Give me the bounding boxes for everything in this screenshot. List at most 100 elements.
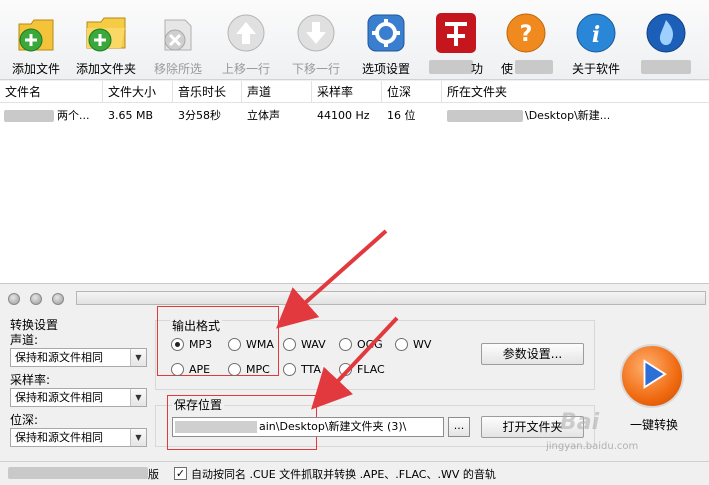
- settings-gear-icon: [367, 14, 405, 52]
- radio-circle: [171, 338, 184, 351]
- cell-duration: 3分58秒: [178, 109, 221, 122]
- save-location-title: 保存位置: [172, 396, 225, 413]
- radio-label: WMA: [246, 338, 274, 351]
- samplerate-select[interactable]: 保持和源文件相同 ▼: [10, 388, 147, 407]
- progress-bar: [76, 291, 706, 305]
- toolbar-item-10-button[interactable]: [631, 4, 701, 76]
- convert-label: 一键转换: [629, 418, 678, 432]
- blurred-filename: [4, 110, 54, 122]
- save-path-value: ain\Desktop\新建文件夹 (3)\: [259, 420, 407, 433]
- radio-label: MP3: [189, 338, 213, 351]
- radio-circle: [283, 338, 296, 351]
- radio-circle: [228, 363, 241, 376]
- blurred-label: [641, 60, 691, 74]
- radio-circle: [228, 338, 241, 351]
- svg-text:i: i: [592, 22, 600, 48]
- convert-button[interactable]: 一键转换: [614, 344, 694, 434]
- add-file-icon: [18, 19, 54, 52]
- table-row[interactable]: 两个... 3.65 MB 3分58秒 立体声 44100 Hz 16 位 \D…: [0, 105, 709, 127]
- blurred-path: [175, 421, 257, 433]
- arrow-down-icon: [297, 14, 335, 52]
- cell-name: 两个...: [57, 109, 90, 122]
- about-label: 关于软件: [571, 62, 620, 76]
- radio-label: WAV: [301, 338, 326, 351]
- bitdepth-select-value: 保持和源文件相同: [15, 431, 103, 444]
- bitdepth-select[interactable]: 保持和源文件相同 ▼: [10, 428, 147, 447]
- radio-circle: [339, 338, 352, 351]
- radio-label: FLAC: [357, 363, 385, 376]
- add-folder-label: 添加文件夹: [75, 62, 136, 76]
- blurred-folder: [447, 110, 523, 122]
- radio-circle: [395, 338, 408, 351]
- toolbar: 添加文件 添加文件夹 移除所选 上移一行 下移一行 选项设置 功 ? 使 i 关…: [0, 0, 709, 80]
- column-header-folder[interactable]: 所在文件夹: [442, 81, 709, 103]
- svg-text:?: ?: [520, 22, 533, 47]
- radio-label: OGG: [357, 338, 383, 351]
- cell-samplerate: 44100 Hz: [317, 109, 370, 122]
- options-label: 选项设置: [361, 62, 410, 76]
- browse-button[interactable]: ...: [448, 417, 470, 437]
- progress-row: [0, 288, 709, 310]
- params-settings-button[interactable]: 参数设置...: [481, 343, 584, 365]
- channel-label: 声道:: [10, 333, 39, 347]
- play-convert-icon: [620, 344, 684, 408]
- arrow-up-icon: [227, 14, 265, 52]
- add-file-button[interactable]: 添加文件: [1, 4, 71, 76]
- chevron-down-icon[interactable]: ▼: [130, 349, 146, 366]
- move-down-label: 下移一行: [291, 62, 340, 76]
- column-header-size[interactable]: 文件大小: [103, 81, 173, 103]
- help-icon: ?: [506, 13, 546, 53]
- toolbar-item-8-button[interactable]: ? 使: [491, 4, 561, 76]
- toolbar-item-8-label: 使: [501, 62, 514, 76]
- radio-label: APE: [189, 363, 211, 376]
- move-down-button[interactable]: 下移一行: [281, 4, 351, 76]
- samplerate-select-value: 保持和源文件相同: [15, 391, 103, 404]
- toolbar-item-7-label: 功: [471, 62, 484, 76]
- channel-select[interactable]: 保持和源文件相同 ▼: [10, 348, 147, 367]
- samplerate-label: 采样率:: [10, 373, 51, 387]
- radio-circle: [339, 363, 352, 376]
- baidu-watermark-url: jingyan.baidu.com: [546, 441, 639, 452]
- chevron-down-icon[interactable]: ▼: [130, 389, 146, 406]
- auto-cue-label: 自动按同名 .CUE 文件抓取并转换 .APE、.FLAC、.WV 的音轨: [191, 468, 496, 481]
- blurred-label: [429, 60, 473, 74]
- radio-label: WV: [413, 338, 432, 351]
- status-dot-icon: [8, 293, 20, 305]
- status-dot-icon: [30, 293, 42, 305]
- channel-select-value: 保持和源文件相同: [15, 351, 103, 364]
- blurred-label: [515, 60, 553, 74]
- column-header-channels[interactable]: 声道: [242, 81, 312, 103]
- version-partial: 版: [148, 468, 159, 481]
- bitdepth-label: 位深:: [10, 413, 39, 427]
- save-path-input[interactable]: ain\Desktop\新建文件夹 (3)\: [172, 417, 444, 437]
- toolbar-item-7-button[interactable]: 功: [421, 4, 491, 76]
- column-header-samplerate[interactable]: 采样率: [312, 81, 382, 103]
- about-button[interactable]: i 关于软件: [561, 4, 631, 76]
- radio-label: MPC: [246, 363, 270, 376]
- cell-bitdepth: 16 位: [387, 109, 416, 122]
- add-file-label: 添加文件: [11, 62, 60, 76]
- column-header-duration[interactable]: 音乐时长: [173, 81, 242, 103]
- add-folder-icon: [86, 17, 126, 52]
- auto-cue-checkbox[interactable]: ✓: [174, 467, 187, 480]
- options-button[interactable]: 选项设置: [351, 4, 421, 76]
- app-logo-icon: [436, 13, 476, 53]
- add-folder-button[interactable]: 添加文件夹: [71, 4, 141, 76]
- status-dot-icon: [52, 293, 64, 305]
- move-up-label: 上移一行: [221, 62, 270, 76]
- cell-channels: 立体声: [247, 109, 280, 122]
- radio-label: TTA: [301, 363, 321, 376]
- radio-circle: [171, 363, 184, 376]
- blurred-status: [8, 467, 148, 479]
- column-header-bitdepth[interactable]: 位深: [382, 81, 442, 103]
- radio-circle: [283, 363, 296, 376]
- chevron-down-icon[interactable]: ▼: [130, 429, 146, 446]
- remove-selected-label: 移除所选: [153, 62, 202, 76]
- move-up-button[interactable]: 上移一行: [211, 4, 281, 76]
- flame-logo-icon: [646, 13, 686, 53]
- cell-folder: \Desktop\新建...: [525, 109, 611, 122]
- column-header-name[interactable]: 文件名: [0, 81, 103, 103]
- cell-size: 3.65 MB: [108, 109, 154, 122]
- remove-selected-button[interactable]: 移除所选: [143, 4, 213, 76]
- table-header: 文件名 文件大小 音乐时长 声道 采样率 位深 所在文件夹: [0, 81, 709, 103]
